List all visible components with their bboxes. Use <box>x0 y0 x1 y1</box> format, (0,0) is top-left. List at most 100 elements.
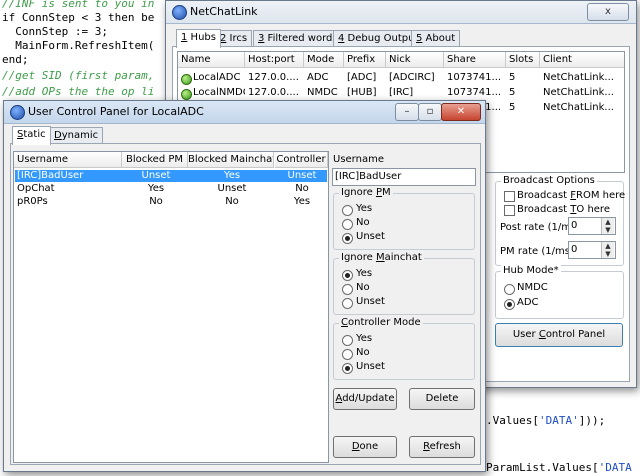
hub-mode-group: Hub Mode* NMDC ADC <box>495 265 624 319</box>
static-tab-panel: Username Blocked PM Blocked Mainchat Con… <box>10 143 481 465</box>
controller-mode-group: Controller Mode Yes No Unset <box>333 317 475 380</box>
hub-connected-icon <box>181 89 192 100</box>
table-cell: No <box>225 196 239 207</box>
radio-label: No <box>356 217 370 228</box>
code-line: MainForm.RefreshItem( <box>2 39 155 52</box>
controller-mode-no-radio[interactable] <box>342 349 353 360</box>
column-header[interactable]: Mode <box>304 52 344 68</box>
users-table[interactable]: Username Blocked PM Blocked Mainchat Con… <box>13 151 329 463</box>
column-header[interactable]: Client <box>540 52 624 68</box>
column-header[interactable]: Prefix <box>344 52 386 68</box>
table-cell: Yes <box>147 183 165 194</box>
spin-arrows-icon[interactable]: ▲ ▼ <box>601 218 614 234</box>
table-cell: NMDC <box>307 87 338 98</box>
group-title: Broadcast Options <box>501 175 597 186</box>
table-cell: Yes <box>223 170 241 181</box>
spin-arrows-icon[interactable]: ▲ ▼ <box>601 242 614 258</box>
table-row[interactable]: OpChat Yes Unset No <box>14 183 328 195</box>
radio-label: Unset <box>356 296 385 307</box>
close-button[interactable]: x <box>587 3 629 21</box>
column-header[interactable]: Slots <box>506 52 540 68</box>
ignore-mainchat-unset-radio[interactable] <box>342 298 353 309</box>
delete-button[interactable]: Delete <box>409 388 475 410</box>
column-header[interactable]: Controller <box>275 152 328 168</box>
netchatlink-titlebar[interactable]: NetChatLink x <box>166 1 636 24</box>
maximize-button[interactable]: ▫ <box>418 103 442 121</box>
code-line: //add OPs the the op li <box>2 85 155 98</box>
code-line: .Values['DATA'])); <box>486 414 606 427</box>
table-cell: Unset <box>141 170 171 181</box>
table-cell: [HUB] <box>347 87 377 98</box>
column-header[interactable]: Nick <box>386 52 444 68</box>
table-row[interactable]: LocalNMDC 127.0.0.... NMDC [HUB] [IRC] 1… <box>178 87 624 101</box>
column-header[interactable]: Name <box>178 52 245 68</box>
ignore-mainchat-group: Ignore Mainchat Yes No Unset <box>333 252 475 315</box>
column-header[interactable]: Blocked Mainchat <box>188 152 274 168</box>
table-cell: 5 <box>509 72 516 83</box>
ignore-pm-group: Ignore PM Yes No Unset <box>333 187 475 250</box>
hub-connected-icon <box>181 74 192 85</box>
tab-debug-output[interactable]: 4 Debug Output <box>333 30 424 47</box>
radio-label: Yes <box>356 333 373 344</box>
ignore-pm-yes-radio[interactable] <box>342 205 353 216</box>
radio-label: No <box>356 347 370 358</box>
table-cell: ADC <box>307 72 329 83</box>
ucp-titlebar[interactable]: User Control Panel for LocalADC – ▫ ✕ <box>4 101 485 124</box>
refresh-button[interactable]: Refresh <box>409 436 475 458</box>
checkbox-label: Broadcast FROM here <box>517 190 626 201</box>
column-header[interactable]: Username <box>14 152 122 168</box>
tab-filtered-words[interactable]: 3 Filtered words <box>253 30 343 47</box>
table-cell: LocalNMDC <box>193 87 245 98</box>
tab-dynamic[interactable]: Dynamic <box>49 127 104 144</box>
table-cell: Unset <box>217 183 247 194</box>
window-title: NetChatLink <box>190 5 258 18</box>
ignore-pm-unset-radio[interactable] <box>342 233 353 244</box>
minimize-button[interactable]: – <box>395 103 419 121</box>
controller-mode-unset-radio[interactable] <box>342 363 353 374</box>
done-button[interactable]: Done <box>333 436 397 458</box>
username-input[interactable]: [IRC]BadUser <box>332 168 476 186</box>
hub-mode-nmdc-radio[interactable] <box>504 284 515 295</box>
broadcast-options-group: Broadcast Options Broadcast FROM here Br… <box>495 175 626 266</box>
code-line: end; <box>2 53 29 66</box>
radio-label: ADC <box>517 297 539 308</box>
pm-rate-label: PM rate (1/ms) <box>500 246 574 257</box>
table-row[interactable]: [IRC]BadUser Unset Yes Unset <box>14 170 328 182</box>
controller-mode-yes-radio[interactable] <box>342 335 353 346</box>
app-icon <box>172 5 187 20</box>
tab-hubs[interactable]: 1 Hubs <box>176 29 221 48</box>
table-cell: NetChatLink... <box>543 72 614 83</box>
username-label: Username <box>333 154 384 165</box>
table-row[interactable]: LocalADC 127.0.0.... ADC [ADC] [ADCIRC] … <box>178 72 624 86</box>
column-header[interactable]: Host:port <box>245 52 304 68</box>
tab-about[interactable]: 5 About <box>411 30 461 47</box>
checkbox-label: Broadcast TO here <box>517 204 610 215</box>
table-cell: pR0Ps <box>17 196 48 207</box>
ignore-pm-no-radio[interactable] <box>342 219 353 230</box>
table-row[interactable]: pR0Ps No No Yes <box>14 196 328 208</box>
table-cell: 1073741... <box>447 72 502 83</box>
broadcast-from-checkbox[interactable] <box>504 191 515 202</box>
tab-static[interactable]: Static <box>12 126 51 145</box>
radio-label: NMDC <box>517 282 548 293</box>
table-cell: No <box>295 183 309 194</box>
table-cell: Yes <box>293 196 311 207</box>
broadcast-to-checkbox[interactable] <box>504 205 515 216</box>
user-control-panel-button[interactable]: User Control Panel <box>495 323 623 347</box>
ignore-mainchat-yes-radio[interactable] <box>342 270 353 281</box>
ignore-mainchat-no-radio[interactable] <box>342 284 353 295</box>
hub-mode-adc-radio[interactable] <box>504 299 515 310</box>
table-cell: [ADCIRC] <box>389 72 435 83</box>
code-line: //INF is sent to you in <box>2 0 155 10</box>
close-button[interactable]: ✕ <box>441 103 481 121</box>
user-control-panel-window: User Control Panel for LocalADC – ▫ ✕ St… <box>3 100 486 472</box>
group-title: Controller Mode <box>339 317 423 328</box>
column-header[interactable]: Blocked PM <box>122 152 188 168</box>
table-cell: 5 <box>509 102 516 113</box>
radio-label: No <box>356 282 370 293</box>
table-cell: No <box>149 196 163 207</box>
add-update-button[interactable]: Add/Update <box>333 388 397 410</box>
column-header[interactable]: Share <box>444 52 506 68</box>
table-cell: Unset <box>287 170 317 181</box>
table-cell: 1073741... <box>447 87 502 98</box>
